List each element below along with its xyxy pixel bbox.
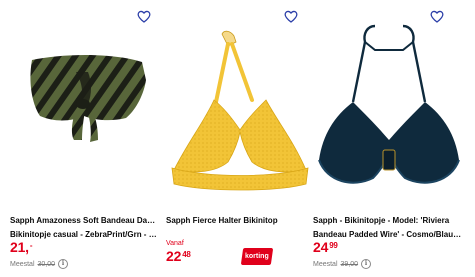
product-title-line-1: Sapph Amazoness Soft Bandeau Dames: [10, 216, 160, 225]
product-title-line-1: Sapph - Bikinitopje - Model: 'Riviera: [313, 216, 450, 225]
regular-price: Meestal 30,00 i: [10, 259, 69, 269]
price-cents: -: [29, 241, 33, 250]
info-icon[interactable]: i: [58, 259, 69, 269]
product-title-line-2: Bikinitopje casual - ZebraPrint/Grn - Ma…: [10, 230, 160, 239]
regular-price-value: 30,00: [37, 260, 56, 268]
info-icon[interactable]: i: [361, 259, 372, 269]
price-main: 24: [313, 239, 329, 255]
product-price: 21,-: [10, 239, 33, 255]
product-price: 2499: [313, 240, 338, 254]
regular-price-label: Meestal: [313, 260, 338, 268]
product-price: 2248: [166, 249, 191, 263]
product-title-line-1: Sapph Fierce Halter Bikinitop: [166, 216, 278, 225]
price-main: 22: [166, 248, 182, 264]
price-from-label: Vanaf: [166, 240, 184, 247]
product-title[interactable]: Sapph Fierce Halter Bikinitop: [166, 214, 316, 228]
product-title[interactable]: Sapph Amazoness Soft Bandeau Dames Bikin…: [10, 214, 160, 242]
price-cents: 48: [182, 250, 191, 259]
product-card-1[interactable]: Sapph Amazoness Soft Bandeau Dames Bikin…: [10, 0, 162, 277]
product-image[interactable]: [313, 22, 465, 202]
discount-badge: korting: [240, 248, 274, 265]
price-cents: 99: [329, 241, 338, 250]
price-main: 21,: [10, 239, 29, 255]
product-card-2[interactable]: Sapph Fierce Halter Bikinitop Vanaf 2248: [166, 0, 318, 277]
product-title[interactable]: Sapph - Bikinitopje - Model: 'Riviera Ba…: [313, 214, 463, 242]
product-card-3[interactable]: Sapph - Bikinitopje - Model: 'Riviera Ba…: [313, 0, 465, 277]
product-image[interactable]: [166, 22, 318, 202]
product-grid: Sapph Amazoness Soft Bandeau Dames Bikin…: [0, 0, 475, 277]
regular-price-label: Meestal: [10, 260, 35, 268]
regular-price-value: 39,00: [340, 260, 359, 268]
discount-badge-label: korting: [245, 253, 269, 260]
product-image[interactable]: [10, 22, 162, 202]
regular-price: Meestal 39,00 i: [313, 259, 372, 269]
